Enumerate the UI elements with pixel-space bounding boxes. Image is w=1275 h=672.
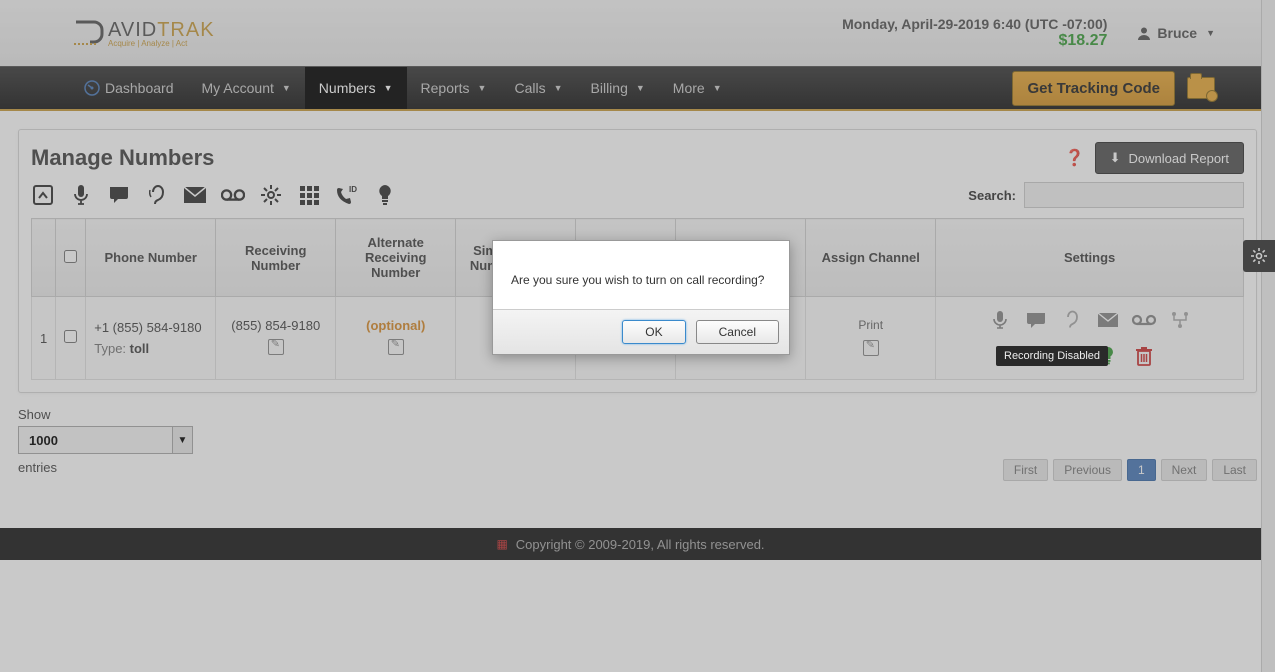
cancel-button[interactable]: Cancel [696,320,779,344]
tooltip: Recording Disabled [996,346,1108,366]
confirm-dialog: Are you sure you wish to turn on call re… [492,240,790,355]
dialog-message: Are you sure you wish to turn on call re… [493,241,789,309]
ok-button[interactable]: OK [622,320,685,344]
